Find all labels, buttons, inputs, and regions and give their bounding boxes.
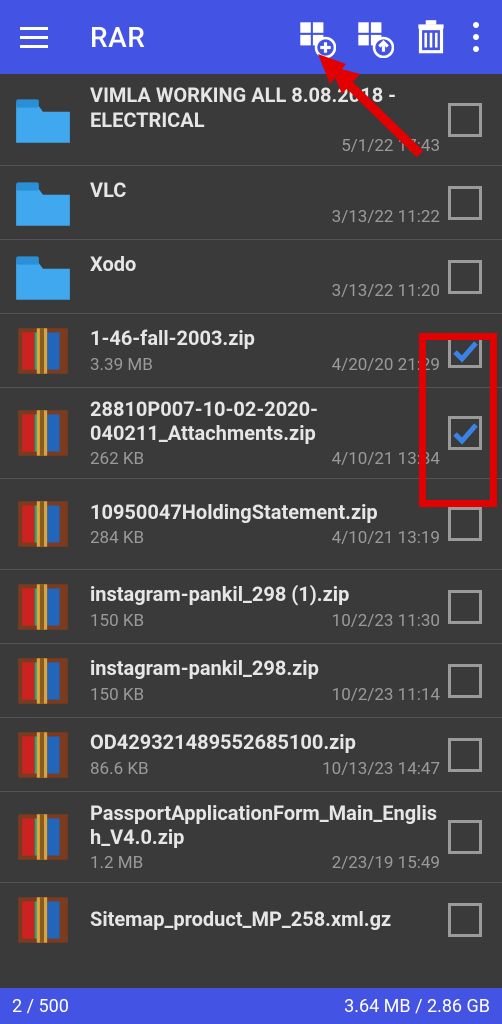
file-checkbox[interactable] bbox=[448, 507, 482, 541]
zip-icon bbox=[12, 320, 74, 382]
file-size: 150 KB bbox=[90, 685, 144, 705]
file-checkbox[interactable] bbox=[448, 903, 482, 937]
file-size: 284 KB bbox=[90, 528, 144, 548]
file-name: VLC bbox=[90, 178, 440, 202]
list-item[interactable]: Sitemap_product_MP_258.xml.gz bbox=[0, 882, 502, 956]
file-checkbox[interactable] bbox=[448, 416, 482, 450]
archive-extract-button[interactable] bbox=[344, 16, 402, 58]
list-item[interactable]: VIMLA WORKING ALL 8.08.2018 - ELECTRICAL… bbox=[0, 74, 502, 165]
file-name: OD429321489552685100.zip bbox=[90, 730, 440, 754]
file-name: 1-46-fall-2003.zip bbox=[90, 326, 440, 350]
zip-icon bbox=[12, 402, 74, 464]
list-item[interactable]: PassportApplicationForm_Main_English_V4.… bbox=[0, 791, 502, 882]
list-item[interactable]: 1-46-fall-2003.zip 3.39 MB 4/20/20 21:29 bbox=[0, 313, 502, 387]
file-date: 2/23/19 15:49 bbox=[332, 853, 440, 873]
zip-icon bbox=[12, 806, 74, 868]
list-item[interactable]: Xodo 3/13/22 11:20 bbox=[0, 239, 502, 313]
file-size: 86.6 KB bbox=[90, 759, 149, 779]
file-name: Xodo bbox=[90, 252, 440, 276]
more-icon[interactable] bbox=[460, 22, 492, 52]
folder-icon bbox=[12, 89, 74, 151]
file-date: 10/2/23 11:14 bbox=[332, 685, 440, 705]
file-name: 28810P007-10-02-2020-040211_Attachments.… bbox=[90, 397, 440, 446]
app-title: RAR bbox=[90, 21, 145, 54]
file-date: 4/10/21 13:19 bbox=[332, 528, 440, 548]
file-checkbox[interactable] bbox=[448, 260, 482, 294]
archive-add-button[interactable] bbox=[286, 16, 344, 58]
list-item[interactable]: instagram-pankil_298.zip 150 KB 10/2/23 … bbox=[0, 643, 502, 717]
status-bar: 2 / 500 3.64 MB / 2.86 GB bbox=[0, 988, 502, 1024]
menu-icon[interactable] bbox=[20, 20, 54, 54]
file-checkbox[interactable] bbox=[448, 103, 482, 137]
file-size: 262 KB bbox=[90, 449, 144, 469]
file-checkbox[interactable] bbox=[448, 590, 482, 624]
list-item[interactable]: OD429321489552685100.zip 86.6 KB 10/13/2… bbox=[0, 717, 502, 791]
status-count: 2 / 500 bbox=[12, 996, 69, 1017]
file-name: instagram-pankil_298 (1).zip bbox=[90, 582, 440, 606]
file-date: 3/13/22 11:20 bbox=[332, 281, 440, 301]
file-checkbox[interactable] bbox=[448, 820, 482, 854]
file-checkbox[interactable] bbox=[448, 664, 482, 698]
list-item[interactable]: VLC 3/13/22 11:22 bbox=[0, 165, 502, 239]
zip-icon bbox=[12, 889, 74, 951]
delete-button[interactable] bbox=[402, 16, 460, 58]
file-date: 5/1/22 17:43 bbox=[341, 136, 440, 156]
zip-icon bbox=[12, 576, 74, 638]
status-size: 3.64 MB / 2.86 GB bbox=[344, 996, 490, 1017]
file-checkbox[interactable] bbox=[448, 738, 482, 772]
file-name: instagram-pankil_298.zip bbox=[90, 656, 440, 680]
file-date: 4/10/21 13:34 bbox=[332, 449, 440, 469]
file-checkbox[interactable] bbox=[448, 334, 482, 368]
file-size: 1.2 MB bbox=[90, 853, 143, 873]
list-item[interactable]: 28810P007-10-02-2020-040211_Attachments.… bbox=[0, 387, 502, 478]
folder-icon bbox=[12, 246, 74, 308]
app-header: RAR bbox=[0, 0, 502, 74]
file-size: 3.39 MB bbox=[90, 355, 153, 375]
folder-icon bbox=[12, 172, 74, 234]
zip-icon bbox=[12, 650, 74, 712]
zip-icon bbox=[12, 724, 74, 786]
file-date: 10/2/23 11:30 bbox=[332, 611, 440, 631]
file-date: 3/13/22 11:22 bbox=[332, 207, 440, 227]
list-item[interactable]: 10950047HoldingStatement.zip 284 KB 4/10… bbox=[0, 478, 502, 569]
file-date: 10/13/23 14:47 bbox=[322, 759, 440, 779]
file-name: PassportApplicationForm_Main_English_V4.… bbox=[90, 801, 440, 850]
file-name: VIMLA WORKING ALL 8.08.2018 - ELECTRICAL bbox=[90, 83, 440, 132]
file-size: 150 KB bbox=[90, 611, 144, 631]
file-date: 4/20/20 21:29 bbox=[332, 355, 440, 375]
file-name: Sitemap_product_MP_258.xml.gz bbox=[90, 907, 440, 931]
file-list: VIMLA WORKING ALL 8.08.2018 - ELECTRICAL… bbox=[0, 74, 502, 988]
list-item[interactable]: instagram-pankil_298 (1).zip 150 KB 10/2… bbox=[0, 569, 502, 643]
file-name: 10950047HoldingStatement.zip bbox=[90, 500, 440, 524]
zip-icon bbox=[12, 493, 74, 555]
file-checkbox[interactable] bbox=[448, 186, 482, 220]
